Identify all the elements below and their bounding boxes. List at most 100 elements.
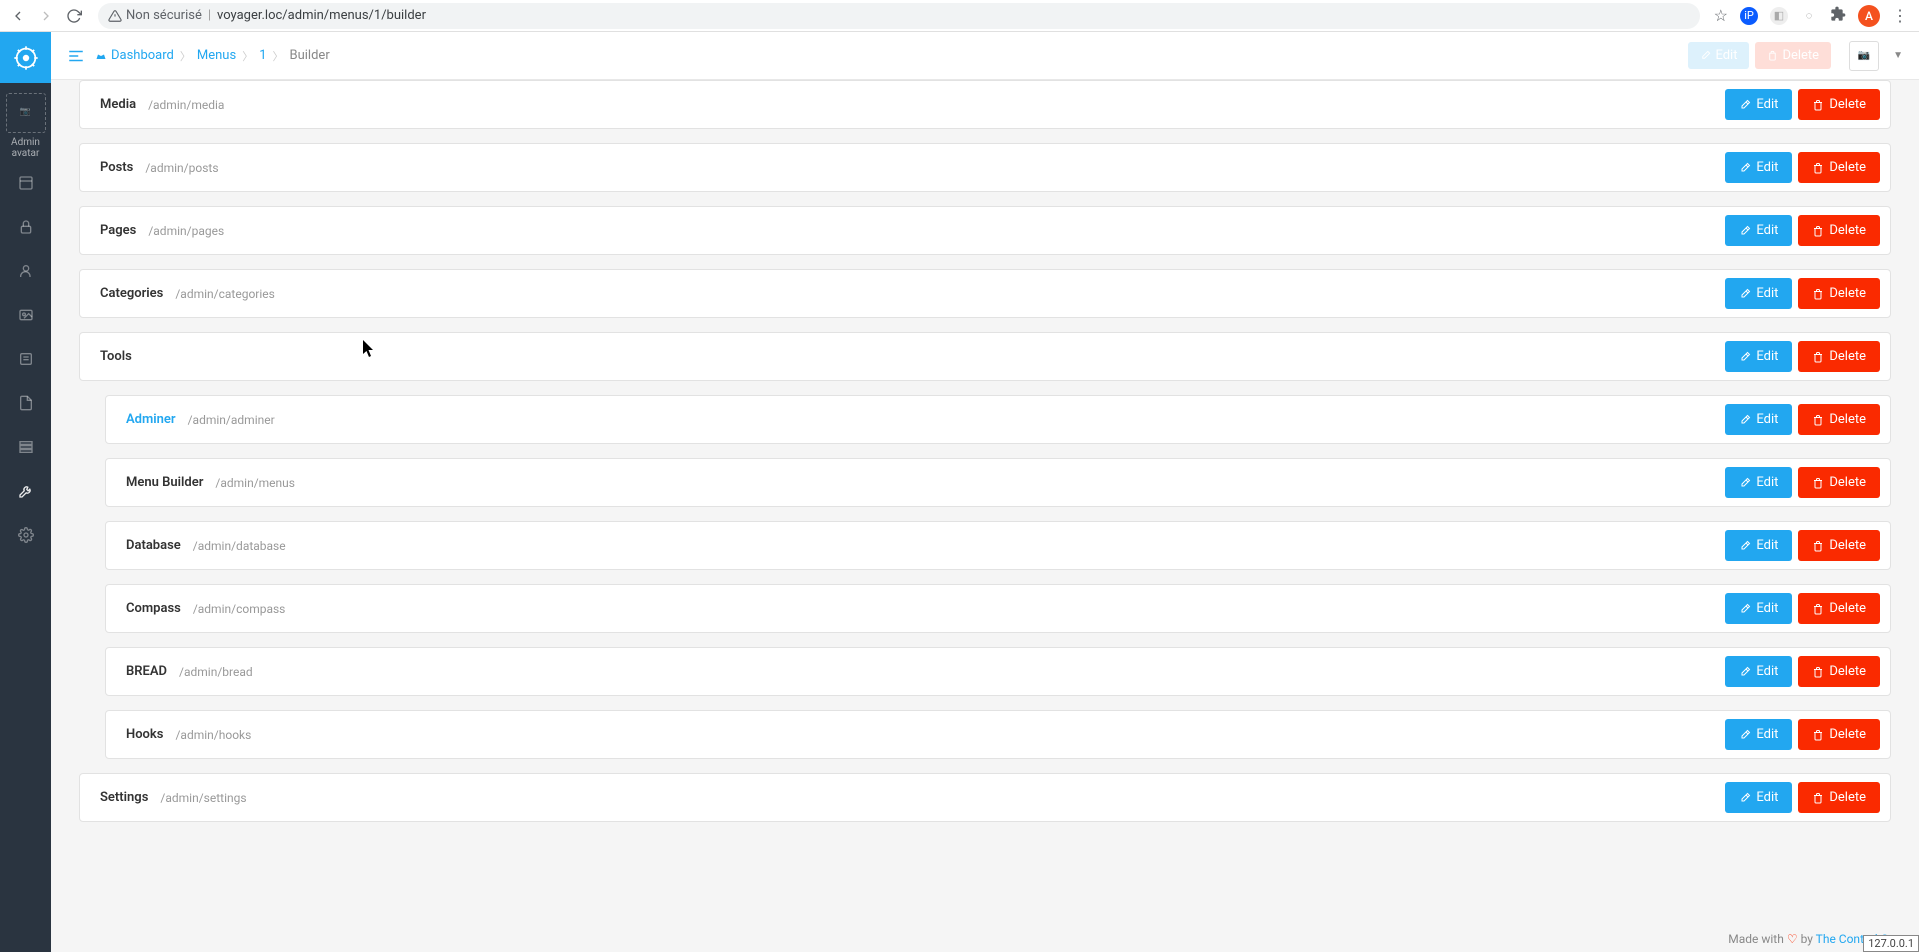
profile-avatar[interactable]: A bbox=[1858, 5, 1880, 27]
delete-button[interactable]: Delete bbox=[1798, 404, 1880, 435]
url-text: voyager.loc/admin/menus/1/builder bbox=[217, 8, 426, 23]
edit-button[interactable]: Edit bbox=[1725, 530, 1792, 561]
back-icon[interactable] bbox=[8, 6, 28, 26]
edit-button[interactable]: Edit bbox=[1725, 593, 1792, 624]
sidebar-lock-icon[interactable] bbox=[16, 217, 36, 237]
pencil-icon bbox=[1739, 225, 1751, 237]
menu-item[interactable]: Adminer/admin/adminer EditDelete bbox=[105, 395, 1891, 444]
chevron-right-icon: 〉 bbox=[273, 48, 284, 64]
pencil-icon bbox=[1739, 99, 1751, 111]
menu-item[interactable]: Posts/admin/postsEditDelete bbox=[79, 143, 1891, 192]
delete-button[interactable]: Delete bbox=[1798, 89, 1880, 120]
admin-avatar-label: Admin avatar bbox=[0, 137, 51, 159]
menu-item-label: Posts bbox=[100, 160, 133, 175]
breadcrumb-dashboard[interactable]: Dashboard bbox=[95, 48, 174, 63]
sidebar-settings-icon[interactable] bbox=[16, 525, 36, 545]
ghost-actions: Edit Delete bbox=[1688, 42, 1831, 69]
forward-icon[interactable] bbox=[36, 6, 56, 26]
edit-button[interactable]: Edit bbox=[1725, 152, 1792, 183]
edit-button[interactable]: Edit bbox=[1725, 215, 1792, 246]
menu-item-label: Adminer bbox=[126, 412, 176, 427]
menu-item[interactable]: Settings/admin/settingsEditDelete bbox=[79, 773, 1891, 822]
menu-item[interactable]: Hooks/admin/hooksEditDelete bbox=[105, 710, 1891, 759]
edit-button[interactable]: Edit bbox=[1725, 341, 1792, 372]
trash-icon bbox=[1812, 792, 1824, 804]
edit-button[interactable]: Edit bbox=[1725, 89, 1792, 120]
menu-icon[interactable]: ⋮ bbox=[1892, 6, 1907, 25]
menu-item-url: /admin/categories bbox=[175, 287, 275, 301]
edit-button[interactable]: Edit bbox=[1725, 278, 1792, 309]
delete-button[interactable]: Delete bbox=[1798, 467, 1880, 498]
delete-button[interactable]: Delete bbox=[1798, 656, 1880, 687]
sidebar-user-icon[interactable] bbox=[16, 261, 36, 281]
reload-icon[interactable] bbox=[64, 6, 84, 26]
sidebar-posts-icon[interactable] bbox=[16, 349, 36, 369]
delete-button[interactable]: Delete bbox=[1798, 719, 1880, 750]
extension-icon-3[interactable]: ◌ bbox=[1800, 7, 1818, 25]
edit-button[interactable]: Edit bbox=[1725, 719, 1792, 750]
pencil-icon bbox=[1739, 351, 1751, 363]
delete-button[interactable]: Delete bbox=[1798, 782, 1880, 813]
menu-item-label: Database bbox=[126, 538, 181, 553]
delete-button[interactable]: Delete bbox=[1798, 152, 1880, 183]
logo[interactable] bbox=[0, 32, 51, 83]
menu-item[interactable]: Database/admin/databaseEditDelete bbox=[105, 521, 1891, 570]
pencil-icon bbox=[1739, 729, 1751, 741]
pencil-icon bbox=[1739, 666, 1751, 678]
edit-button[interactable]: Edit bbox=[1725, 656, 1792, 687]
delete-button[interactable]: Delete bbox=[1798, 593, 1880, 624]
pencil-icon bbox=[1739, 162, 1751, 174]
menu-item-label: Compass bbox=[126, 601, 181, 616]
menu-item[interactable]: BREAD/admin/breadEditDelete bbox=[105, 647, 1891, 696]
trash-icon bbox=[1812, 288, 1824, 300]
breadcrumb-id[interactable]: 1 bbox=[259, 48, 266, 63]
trash-icon bbox=[1812, 540, 1824, 552]
bookmark-icon[interactable]: ☆ bbox=[1714, 6, 1728, 25]
sidebar-pages-icon[interactable] bbox=[16, 393, 36, 413]
extension-icon-2[interactable]: ◧ bbox=[1770, 7, 1788, 25]
menu-item[interactable]: Tools EditDelete bbox=[79, 332, 1891, 381]
menu-item-url: /admin/pages bbox=[148, 224, 224, 238]
menu-item-label: Settings bbox=[100, 790, 148, 805]
delete-button[interactable]: Delete bbox=[1798, 530, 1880, 561]
menu-item[interactable]: Categories/admin/categories EditDelete bbox=[79, 269, 1891, 318]
edit-button[interactable]: Edit bbox=[1725, 782, 1792, 813]
edit-button[interactable]: Edit bbox=[1725, 467, 1792, 498]
menu-item-label: Menu Builder bbox=[126, 475, 203, 490]
menu-item-url: /admin/adminer bbox=[188, 413, 275, 427]
delete-button[interactable]: Delete bbox=[1798, 278, 1880, 309]
menu-toggle-icon[interactable] bbox=[67, 47, 85, 65]
breadcrumb-menus[interactable]: Menus bbox=[197, 48, 236, 63]
edit-button[interactable]: Edit bbox=[1725, 404, 1792, 435]
user-menu[interactable]: 📷 bbox=[1849, 41, 1879, 71]
admin-avatar-placeholder[interactable]: 📷 bbox=[6, 93, 46, 133]
menu-item-url: /admin/media bbox=[148, 98, 224, 112]
menu-item[interactable]: Media/admin/media EditDelete bbox=[79, 80, 1891, 129]
delete-button[interactable]: Delete bbox=[1798, 215, 1880, 246]
menu-item[interactable]: Pages/admin/pages EditDelete bbox=[79, 206, 1891, 255]
menu-item-label: Tools bbox=[100, 349, 132, 364]
sidebar-categories-icon[interactable] bbox=[16, 437, 36, 457]
chevron-down-icon[interactable]: ▼ bbox=[1893, 50, 1903, 61]
pencil-icon bbox=[1739, 414, 1751, 426]
extension-icon-1[interactable]: iP bbox=[1740, 7, 1758, 25]
sidebar-dashboard-icon[interactable] bbox=[16, 173, 36, 193]
menu-item-label: Categories bbox=[100, 286, 163, 301]
chevron-right-icon: 〉 bbox=[180, 48, 191, 64]
menu-item-url: /admin/hooks bbox=[175, 728, 251, 742]
trash-icon bbox=[1812, 477, 1824, 489]
menu-item-label: Pages bbox=[100, 223, 136, 238]
trash-icon bbox=[1812, 603, 1824, 615]
warning-icon bbox=[108, 9, 122, 23]
menu-item[interactable]: Compass/admin/compassEditDelete bbox=[105, 584, 1891, 633]
sidebar-media-icon[interactable] bbox=[16, 305, 36, 325]
ip-tooltip: 127.0.0.1 bbox=[1863, 935, 1919, 952]
extensions-icon[interactable] bbox=[1830, 6, 1846, 26]
sidebar-tools-icon[interactable] bbox=[16, 481, 36, 501]
menu-item[interactable]: Menu Builder/admin/menusEditDelete bbox=[105, 458, 1891, 507]
delete-button[interactable]: Delete bbox=[1798, 341, 1880, 372]
pencil-icon bbox=[1739, 603, 1751, 615]
menu-item-label: Media bbox=[100, 97, 136, 112]
trash-icon bbox=[1812, 162, 1824, 174]
url-bar[interactable]: Non sécurisé | voyager.loc/admin/menus/1… bbox=[98, 3, 1700, 29]
